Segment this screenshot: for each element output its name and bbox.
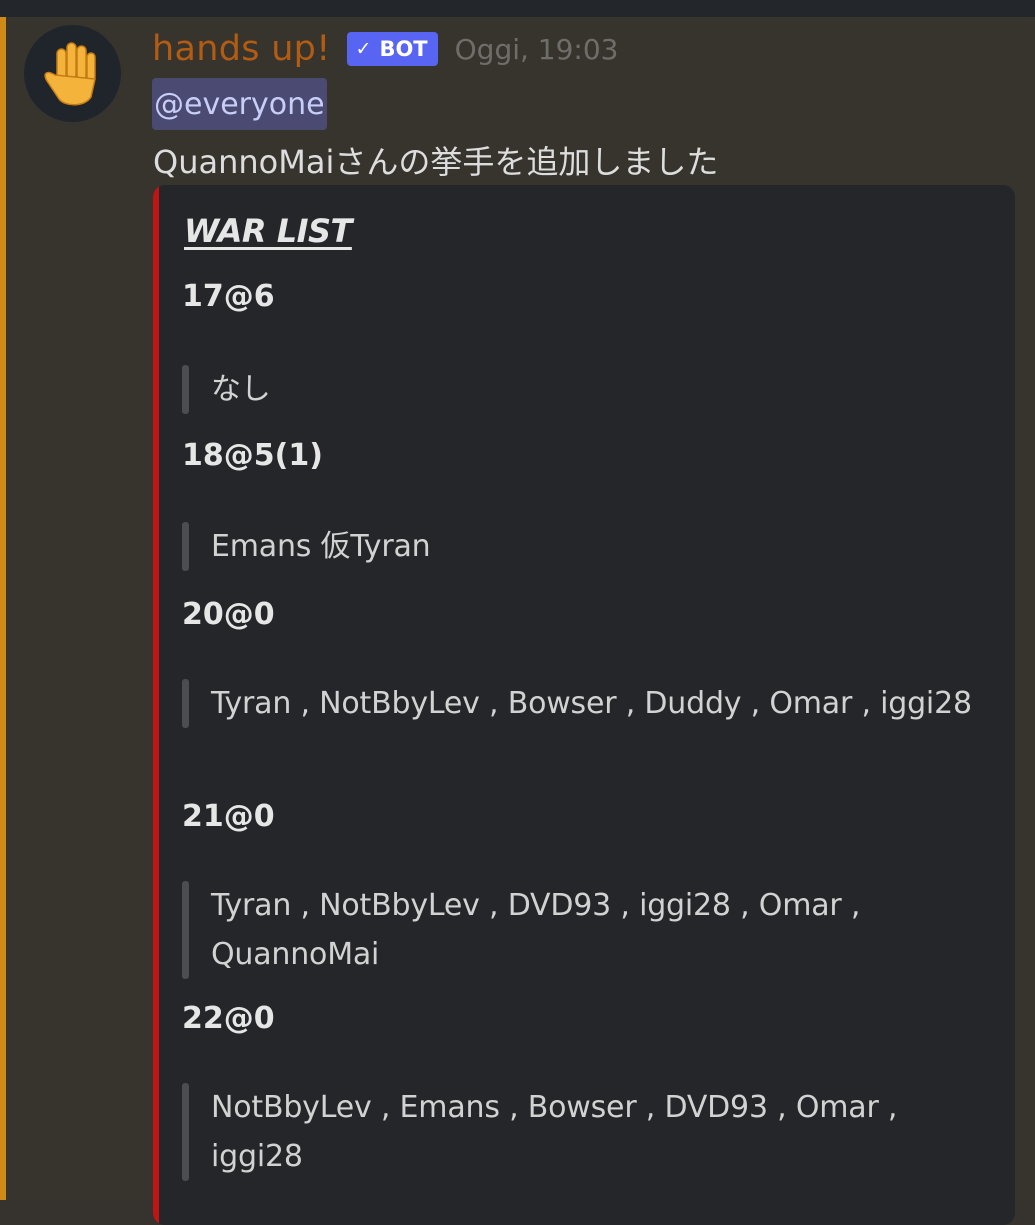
- embed-field-text: Emans 仮Tyran: [211, 529, 431, 564]
- blockquote-bar: [182, 522, 189, 571]
- embed: WAR LIST 17@6 なし 18@5(1) Emans 仮Tyran 20…: [153, 185, 1015, 1225]
- blockquote-bar: [182, 365, 189, 414]
- embed-title: WAR LIST: [184, 212, 352, 250]
- embed-field-text: Tyran , NotBbyLev , DVD93 , iggi28 , Oma…: [211, 888, 861, 972]
- embed-field-name: 21@0: [182, 799, 275, 834]
- chat-message[interactable]: hands up! ✓ BOT Oggi, 19:03 @everyone Qu…: [6, 17, 1035, 1225]
- bot-badge: ✓ BOT: [346, 32, 438, 66]
- message-content: QuannoMaiさんの挙手を追加しました: [153, 143, 719, 181]
- everyone-mention[interactable]: @everyone: [152, 78, 327, 130]
- embed-field-value: NotBbyLev , Emans , Bowser , DVD93 , Oma…: [182, 1083, 982, 1181]
- message-timestamp[interactable]: Oggi, 19:03: [455, 33, 619, 66]
- raised-hand-icon: [41, 39, 105, 109]
- embed-accent-bar: [153, 185, 159, 1225]
- blockquote-bar: [182, 881, 189, 979]
- embed-field-text: NotBbyLev , Emans , Bowser , DVD93 , Oma…: [211, 1090, 898, 1174]
- blockquote-bar: [182, 679, 189, 728]
- check-icon: ✓: [355, 38, 372, 60]
- blockquote-bar: [182, 1083, 189, 1181]
- embed-field-value: Tyran , NotBbyLev , DVD93 , iggi28 , Oma…: [182, 881, 982, 979]
- embed-field-text: Tyran , NotBbyLev , Bowser , Duddy , Oma…: [211, 686, 972, 721]
- message-header: hands up! ✓ BOT Oggi, 19:03: [152, 25, 619, 73]
- author-name[interactable]: hands up!: [152, 29, 331, 69]
- embed-field-name: 17@6: [182, 279, 275, 314]
- embed-field-value: なし: [182, 365, 982, 414]
- embed-field-value: Emans 仮Tyran: [182, 522, 982, 571]
- top-bar: [0, 0, 1035, 17]
- embed-field-value: Tyran , NotBbyLev , Bowser , Duddy , Oma…: [182, 679, 982, 728]
- embed-field-text: なし: [211, 372, 271, 407]
- embed-field-name: 18@5(1): [182, 438, 323, 473]
- bot-badge-label: BOT: [379, 37, 428, 61]
- avatar[interactable]: [24, 25, 121, 122]
- embed-field-name: 20@0: [182, 597, 275, 632]
- embed-field-name: 22@0: [182, 1001, 275, 1036]
